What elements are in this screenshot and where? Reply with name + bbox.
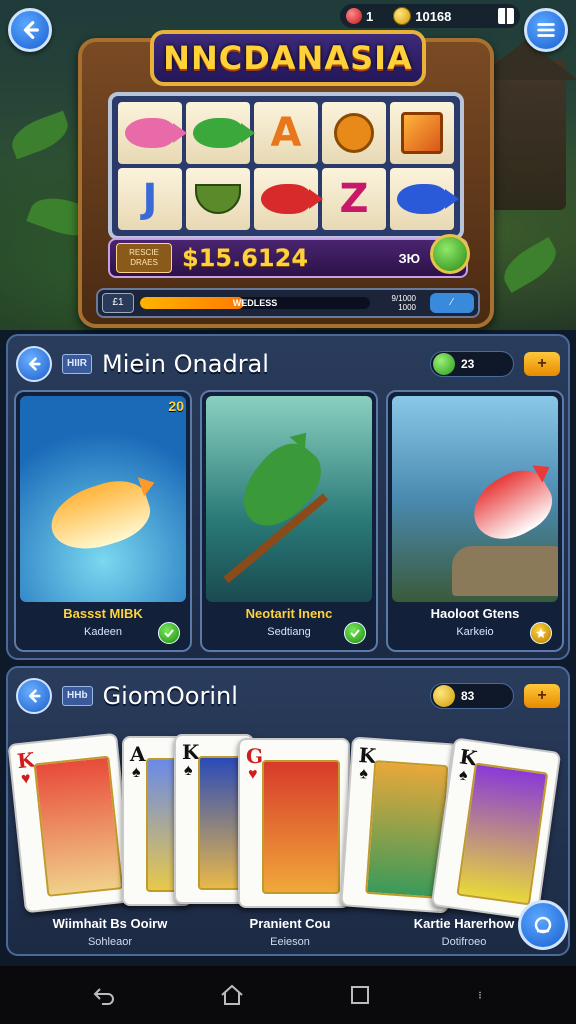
card-suit: ♥	[20, 770, 32, 788]
add-button[interactable]: +	[524, 352, 560, 376]
back-button[interactable]	[8, 8, 52, 52]
card-game-subtitle: Dotifroeo	[441, 936, 487, 948]
spin-button[interactable]	[430, 234, 470, 274]
card-art	[262, 760, 340, 894]
nav-more-icon[interactable]	[474, 981, 486, 1009]
section-back-button[interactable]	[16, 346, 52, 382]
game-card[interactable]: Haoloot Gtens Karkeio	[386, 390, 564, 652]
section-tag: HIIR	[62, 354, 92, 374]
xp-progress-text: WEDLESS	[232, 298, 278, 308]
slot-reels: A J Z	[108, 92, 464, 240]
card-suit: ♠	[457, 766, 469, 785]
reel-symbol-fish	[186, 102, 255, 164]
playing-card[interactable]: K ♥	[7, 732, 135, 914]
nav-home-icon[interactable]	[218, 981, 246, 1009]
card-game-subtitle: Sohleaor	[87, 936, 133, 948]
check-icon	[344, 622, 366, 644]
jungle-leaf	[496, 237, 564, 293]
slot-title: NNCDANASIA	[150, 30, 426, 86]
collect-button[interactable]: ⁄	[430, 293, 474, 313]
xp-progress-row: £1 WEDLESS 9/1000 1000 ⁄	[96, 288, 480, 318]
gift-icon[interactable]	[498, 8, 514, 24]
reel-symbol-gem	[390, 102, 454, 164]
system-nav-bar	[0, 966, 576, 1024]
card-rank: K	[182, 740, 200, 764]
check-icon	[158, 622, 180, 644]
xp-sub-text: 9/1000 1000	[391, 294, 416, 312]
card-rank: G	[246, 744, 264, 768]
reel-symbol-letter: J	[118, 168, 182, 230]
reel-symbol-bowl	[186, 168, 250, 230]
jungle-hut	[486, 60, 566, 210]
win-amount: $15.6124	[182, 244, 309, 272]
game-section-1: HIIR Miein Onadral 23 + 20 Bassst MIBK K…	[6, 334, 570, 660]
nav-back-icon[interactable]	[90, 981, 118, 1009]
card-badge: 20	[168, 398, 184, 414]
jungle-leaf	[6, 110, 74, 160]
card-game-name: Pranient Cou	[249, 916, 331, 931]
back-arrow-icon	[23, 21, 39, 39]
reel-symbol-letter: A	[254, 102, 318, 164]
currency-bar: 1 10168	[340, 4, 520, 28]
section-header: HIIR Miein Onadral 23 +	[16, 344, 560, 384]
fish-illustration	[43, 472, 157, 560]
star-icon	[530, 622, 552, 644]
section-tag: HHb	[62, 686, 93, 706]
game-card-art	[392, 396, 558, 602]
back-arrow-icon	[28, 689, 41, 703]
game-card[interactable]: Neotarit Inenc Sedtiang	[200, 390, 378, 652]
game-card-art	[20, 396, 186, 602]
gem-icon	[346, 8, 362, 24]
game-card-name: Neotarit Inenc	[245, 606, 333, 621]
card-suit: ♠	[184, 762, 193, 779]
coin-icon	[433, 685, 455, 707]
hamburger-icon	[537, 23, 555, 37]
card-suit: ♥	[248, 766, 258, 783]
level-badge: £1	[102, 293, 134, 313]
reel-symbol-coin	[322, 102, 386, 164]
reel-symbol-letter: Z	[322, 168, 386, 230]
gem-count: 1	[366, 8, 374, 24]
card-game-name: Wiimhait Bs Ooirw	[52, 916, 168, 931]
card-art	[456, 762, 549, 906]
win-multiplier: ЗЮ	[398, 250, 420, 266]
card-game-subtitle: Eeieson	[270, 936, 310, 948]
fish-illustration	[229, 432, 333, 540]
xp-progress-bar: WEDLESS	[140, 297, 370, 309]
section-header: HHb GiomOorinl 83 +	[16, 676, 560, 716]
game-card-art	[206, 396, 372, 602]
section-title: GiomOorinl	[102, 682, 238, 710]
game-card-name: Bassst MIBK	[63, 606, 143, 621]
section-counter: 23	[430, 351, 514, 377]
card-suit: ♠	[358, 765, 369, 783]
rock-illustration	[452, 546, 558, 596]
win-display: RESCIE DRAES $15.6124 ЗЮ	[108, 238, 468, 278]
card-suit: ♠	[132, 764, 141, 781]
section-counter-value: 23	[461, 357, 475, 371]
win-label: RESCIE DRAES	[116, 243, 172, 273]
nav-recents-icon[interactable]	[346, 981, 374, 1009]
section-counter-value: 83	[461, 689, 475, 703]
support-icon	[534, 916, 552, 934]
coin-count: 10168	[415, 8, 452, 24]
section-title: Miein Onadral	[102, 350, 269, 378]
game-card[interactable]: 20 Bassst MIBK Kadeen	[14, 390, 192, 652]
reel-symbol-fish	[254, 168, 323, 230]
coin-icon	[393, 7, 412, 25]
game-card-name: Haoloot Gtens	[430, 606, 520, 621]
menu-button[interactable]	[524, 8, 568, 52]
gem-icon	[433, 353, 455, 375]
support-button[interactable]	[518, 900, 568, 950]
section-counter: 83	[430, 683, 514, 709]
playing-card[interactable]: G ♥	[238, 738, 350, 908]
fish-illustration	[462, 460, 558, 552]
card-rank: A	[130, 742, 146, 766]
back-arrow-icon	[28, 357, 41, 371]
card-art	[33, 755, 124, 897]
reel-symbol-fish	[390, 168, 459, 230]
reel-symbol-fish	[118, 102, 187, 164]
add-button[interactable]: +	[524, 684, 560, 708]
section-back-button[interactable]	[16, 678, 52, 714]
